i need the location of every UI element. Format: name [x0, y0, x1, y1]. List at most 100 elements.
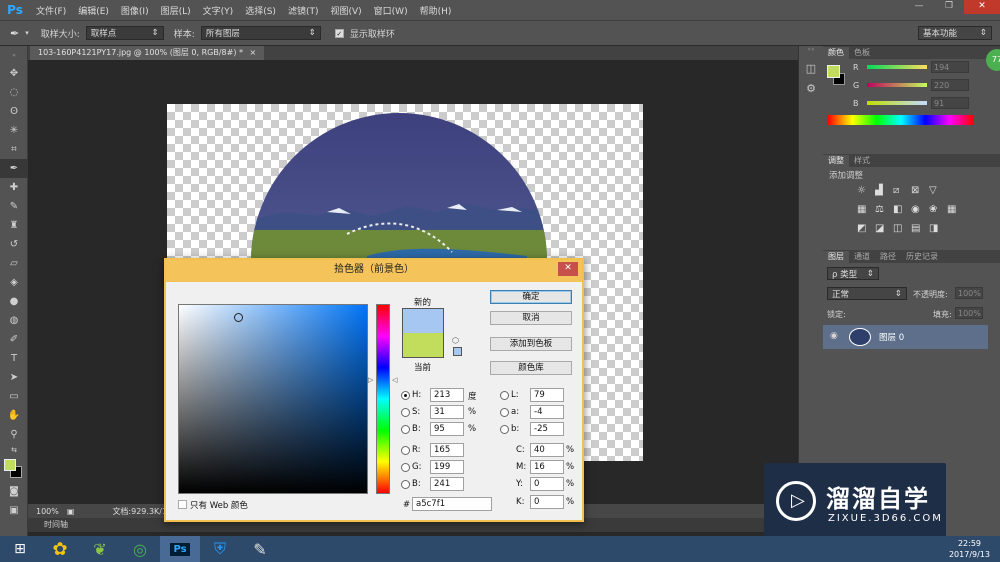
quick-select-tool-icon[interactable]: ✳ — [0, 121, 28, 140]
brightness-icon[interactable]: ☼ — [857, 185, 875, 196]
lasso-tool-icon[interactable]: ʘ — [0, 102, 28, 121]
lab-b-input[interactable]: -25 — [530, 422, 564, 436]
l-input[interactable]: 79 — [530, 388, 564, 402]
taskbar-app-3[interactable]: ◎ — [120, 536, 160, 562]
threshold-icon[interactable]: ◫ — [893, 223, 911, 234]
blue-radio[interactable] — [401, 480, 410, 489]
swap-colors-icon[interactable]: ⇆ — [0, 444, 28, 456]
eyedropper-tool-icon[interactable]: ✒ — [0, 159, 28, 178]
expand-dock-icon[interactable]: «« — [799, 46, 823, 62]
slider-r[interactable] — [867, 65, 927, 69]
close-window-button[interactable]: ✕ — [964, 0, 1000, 14]
zoom-tool-icon[interactable]: ⚲ — [0, 425, 28, 444]
k-input[interactable]: 0 — [530, 495, 564, 509]
taskbar-app-1[interactable]: ✿ — [40, 536, 80, 562]
a-radio[interactable] — [500, 408, 509, 417]
color-panel-icon[interactable]: ◫ — [799, 62, 823, 82]
color-spectrum-bar[interactable] — [828, 115, 974, 125]
crop-tool-icon[interactable]: ⌗ — [0, 140, 28, 159]
add-to-swatches-button[interactable]: 添加到色板 — [490, 337, 572, 351]
ok-button[interactable]: 确定 — [490, 290, 572, 304]
taskbar-app-6[interactable]: ✎ — [240, 536, 280, 562]
tab-channels[interactable]: 通道 — [849, 251, 875, 263]
color-picker-cursor[interactable] — [234, 313, 243, 322]
tab-color[interactable]: 颜色 — [823, 47, 849, 59]
taskbar-photoshop[interactable]: Ps — [160, 536, 200, 562]
history-brush-tool-icon[interactable]: ↺ — [0, 235, 28, 254]
blur-tool-icon[interactable]: ● — [0, 292, 28, 311]
bw-icon[interactable]: ◧ — [893, 204, 911, 215]
dodge-tool-icon[interactable]: ◍ — [0, 311, 28, 330]
layer-name[interactable]: 图层 0 — [879, 331, 904, 343]
menu-filter[interactable]: 滤镜(T) — [282, 4, 325, 17]
s-input[interactable]: 31 — [430, 405, 464, 419]
s-radio[interactable] — [401, 408, 410, 417]
marquee-tool-icon[interactable]: ◌ — [0, 83, 28, 102]
document-tab[interactable]: 103-160P4121PY17.jpg @ 100% (图层 0, RGB/8… — [30, 46, 265, 60]
tab-layers[interactable]: 图层 — [823, 251, 849, 263]
paint-bucket-tool-icon[interactable]: ◈ — [0, 273, 28, 292]
sample-layers-select[interactable]: 所有图层 ⇕ — [200, 26, 321, 40]
system-clock[interactable]: 22:59 2017/9/13 — [949, 538, 990, 560]
h-input[interactable]: 213 — [430, 388, 464, 402]
move-tool-icon[interactable]: ✥ — [0, 64, 28, 83]
c-input[interactable]: 40 — [530, 443, 564, 457]
status-menu-icon[interactable]: ▣ — [67, 507, 75, 516]
posterize-icon[interactable]: ◪ — [875, 223, 893, 234]
r-input[interactable]: 165 — [430, 443, 464, 457]
tool-preset-chevron-icon[interactable]: ▾ — [25, 29, 29, 37]
workspace-select[interactable]: 基本功能 ⇕ — [918, 26, 992, 40]
collapse-tools-icon[interactable]: » — [0, 46, 28, 64]
menu-select[interactable]: 选择(S) — [239, 4, 282, 17]
current-color-swatch[interactable] — [402, 333, 444, 358]
b-radio[interactable] — [401, 425, 410, 434]
type-tool-icon[interactable]: T — [0, 349, 28, 368]
menu-help[interactable]: 帮助(H) — [414, 4, 458, 17]
saturation-brightness-field[interactable] — [178, 304, 368, 494]
pen-tool-icon[interactable]: ✐ — [0, 330, 28, 349]
eyedropper-tool-icon[interactable]: ✒ — [10, 27, 19, 40]
layer-kind-filter[interactable]: ρ 类型 ⇕ — [827, 267, 879, 280]
rectangle-tool-icon[interactable]: ▭ — [0, 387, 28, 406]
path-select-tool-icon[interactable]: ➤ — [0, 368, 28, 387]
zoom-level[interactable]: 100% — [36, 507, 59, 516]
hue-slider[interactable] — [376, 304, 390, 494]
taskbar-app-5[interactable]: ⛨ — [200, 536, 240, 562]
color-libraries-button[interactable]: 颜色库 — [490, 361, 572, 375]
layer-row[interactable]: ◉ 图层 0 — [823, 325, 988, 349]
lab-b-radio[interactable] — [500, 425, 509, 434]
menu-image[interactable]: 图像(I) — [115, 4, 155, 17]
menu-edit[interactable]: 编辑(E) — [72, 4, 115, 17]
start-button[interactable]: ⊞ — [0, 536, 40, 562]
quick-mask-icon[interactable]: ◙ — [0, 482, 28, 501]
menu-file[interactable]: 文件(F) — [30, 4, 72, 17]
value-b[interactable]: 91 — [931, 97, 969, 109]
eraser-tool-icon[interactable]: ▱ — [0, 254, 28, 273]
tab-adjustments[interactable]: 调整 — [823, 155, 849, 167]
l-radio[interactable] — [500, 391, 509, 400]
blend-mode-select[interactable]: 正常 ⇕ — [827, 287, 907, 300]
tab-swatches[interactable]: 色板 — [849, 47, 875, 59]
selective-color-icon[interactable]: ◨ — [929, 223, 947, 234]
slider-b[interactable] — [867, 101, 927, 105]
value-r[interactable]: 194 — [931, 61, 969, 73]
close-tab-icon[interactable]: × — [250, 48, 257, 57]
show-ring-checkbox[interactable]: ✓ — [334, 28, 344, 38]
m-input[interactable]: 16 — [530, 460, 564, 474]
tab-styles[interactable]: 样式 — [849, 155, 875, 167]
menu-layer[interactable]: 图层(L) — [155, 4, 197, 17]
vibrance-icon[interactable]: ▽ — [929, 185, 947, 196]
panel-fg-swatch[interactable] — [827, 65, 840, 78]
tab-history[interactable]: 历史记录 — [901, 251, 943, 263]
sample-size-select[interactable]: 取样点 ⇕ — [85, 26, 164, 40]
invert-icon[interactable]: ◩ — [857, 223, 875, 234]
balance-icon[interactable]: ⚖ — [875, 204, 893, 215]
r-radio[interactable] — [401, 446, 410, 455]
levels-icon[interactable]: ▟ — [875, 185, 893, 196]
h-radio[interactable] — [401, 391, 410, 400]
curves-icon[interactable]: ⧄ — [893, 185, 911, 196]
channel-mixer-icon[interactable]: ❀ — [929, 204, 947, 215]
maximize-button[interactable]: ❐ — [934, 0, 964, 14]
clone-stamp-tool-icon[interactable]: ♜ — [0, 216, 28, 235]
a-input[interactable]: -4 — [530, 405, 564, 419]
